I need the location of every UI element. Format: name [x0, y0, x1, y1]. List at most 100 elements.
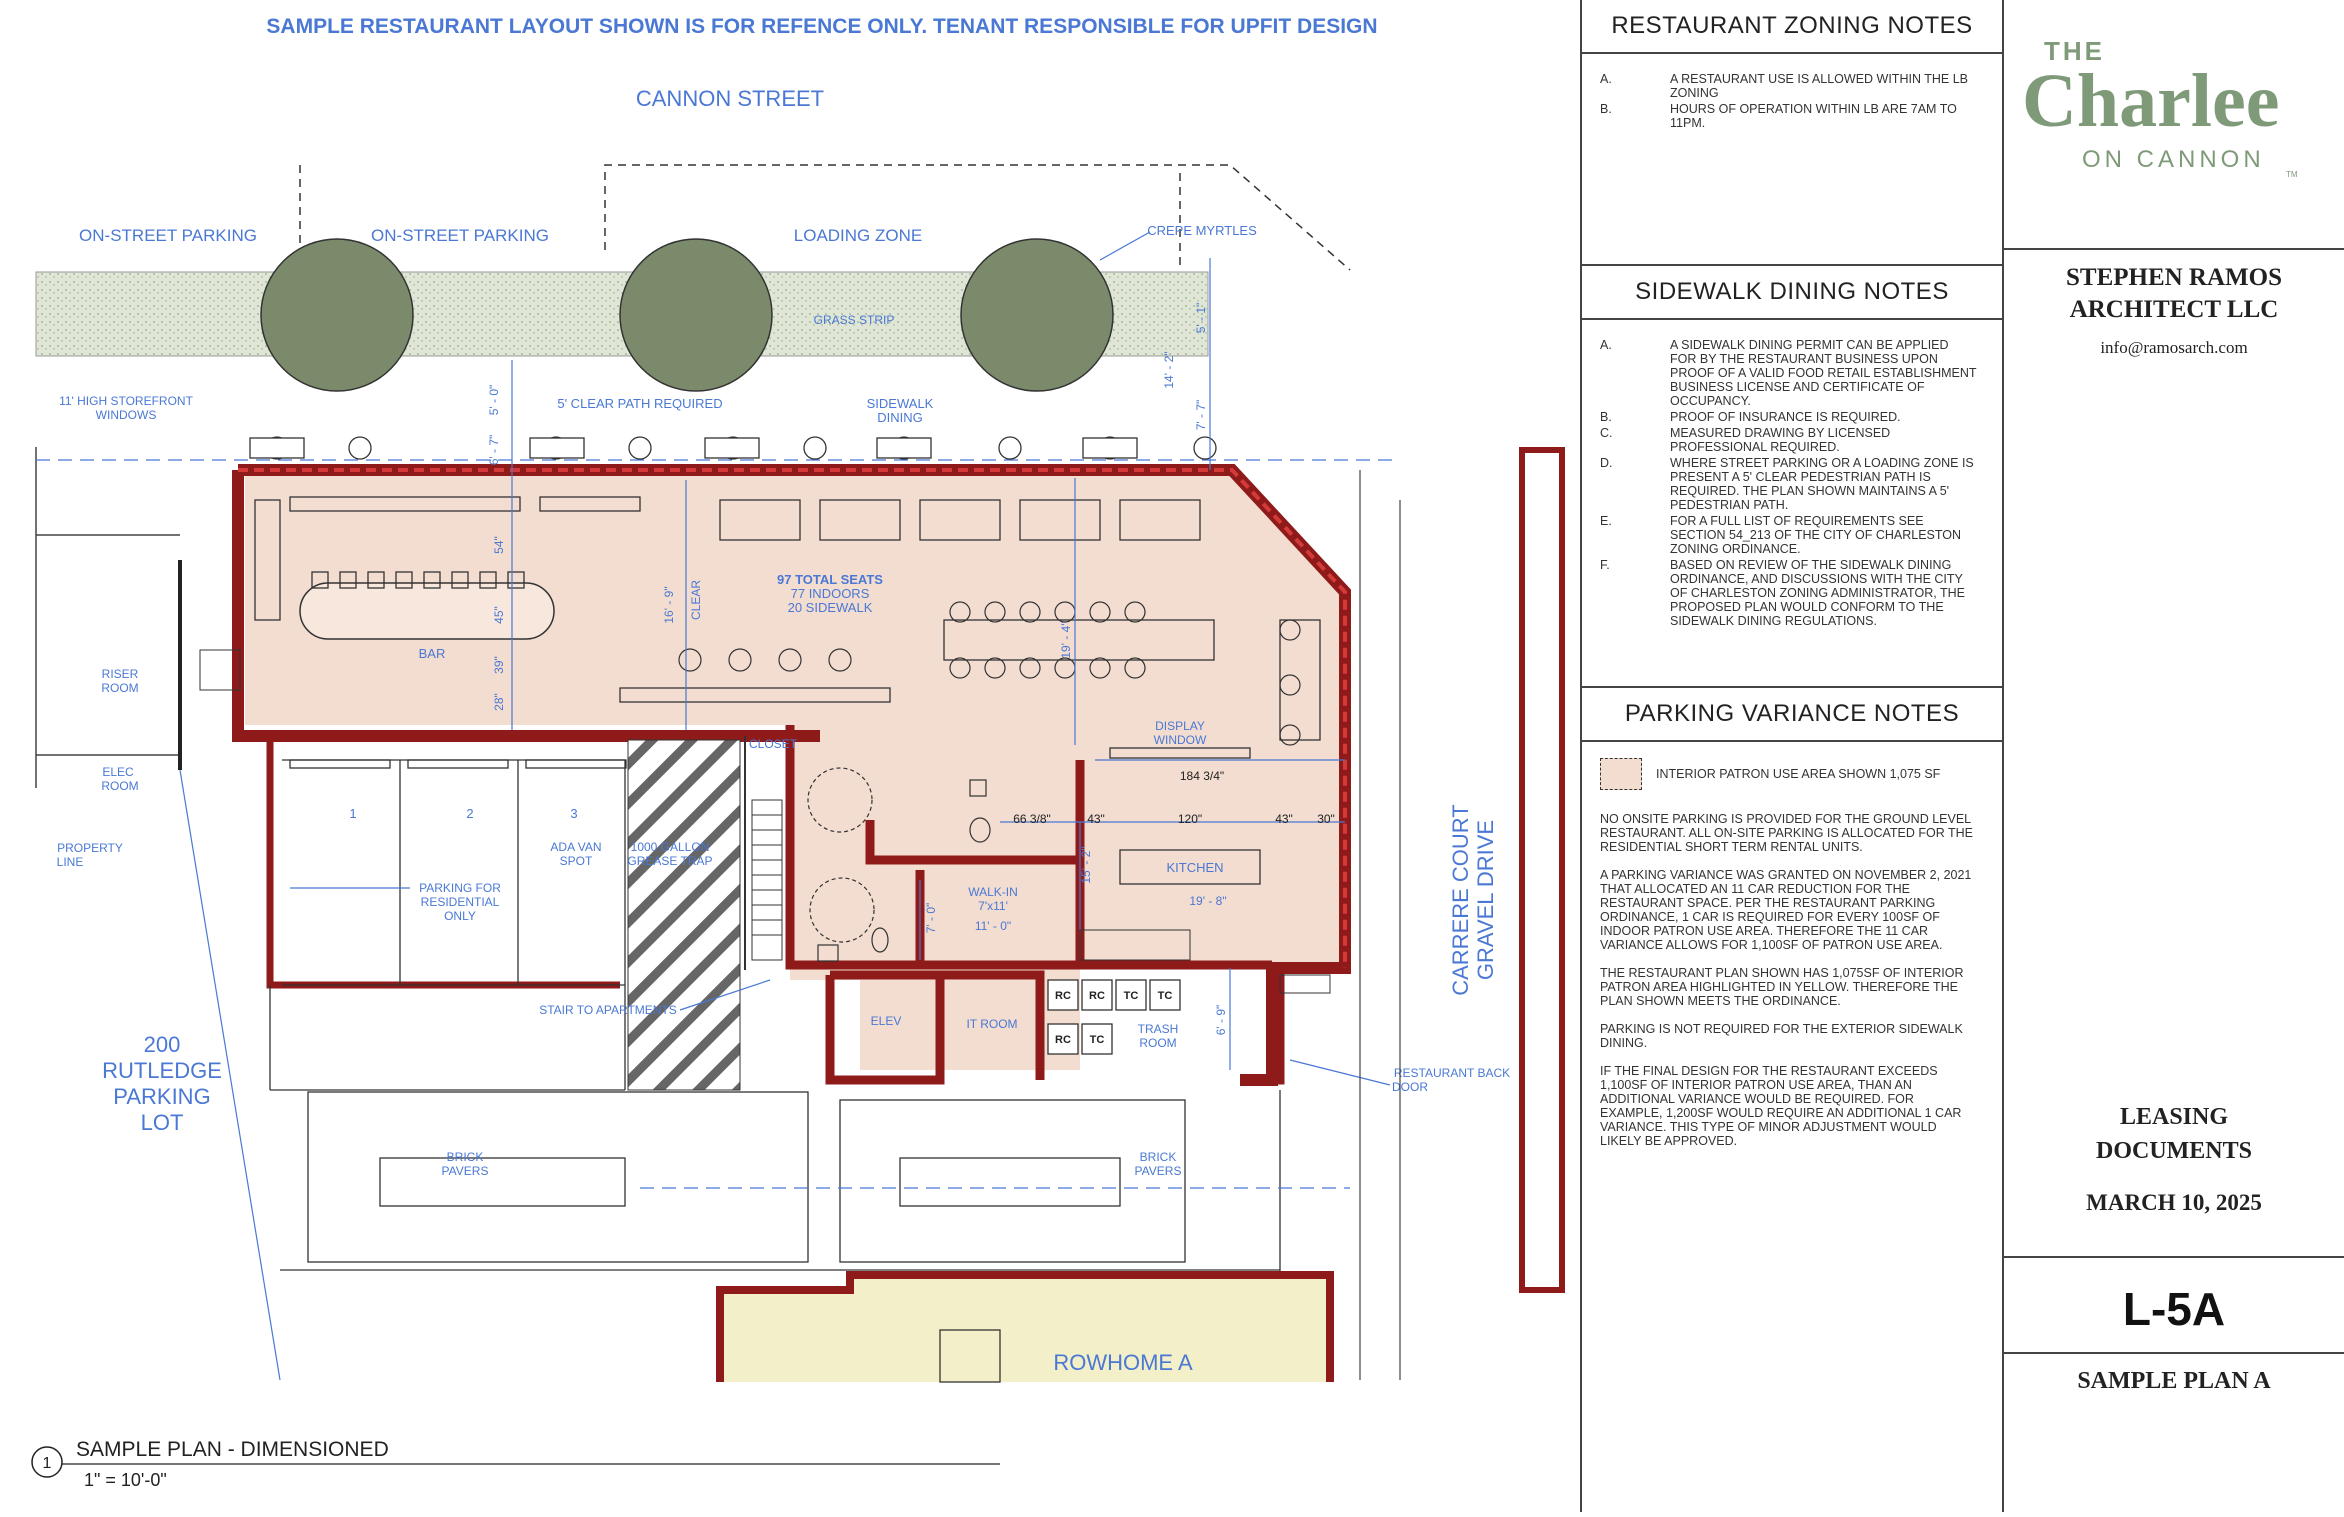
divider	[2004, 1256, 2344, 1258]
crepe-myrtles-label: CREPE MYRTLES	[1147, 223, 1257, 238]
list-item: D. WHERE STREET PARKING OR A LOADING ZONE…	[1600, 456, 1978, 512]
bar-label: BAR	[419, 646, 446, 661]
back-door-label: DOOR	[1392, 1080, 1428, 1094]
divider	[2004, 1352, 2344, 1354]
note-paragraph: THE RESTAURANT PLAN SHOWN HAS 1,075SF OF…	[1600, 966, 1964, 1008]
bin-label: TC	[1090, 1034, 1105, 1046]
sheet-name: SAMPLE PLAN A	[2077, 1368, 2271, 1394]
logo: THE Charlee ON CANNON TM	[2004, 30, 2344, 190]
dimension-label: 16' - 9"	[662, 586, 676, 623]
issue-date: MARCH 10, 2025	[2086, 1190, 2262, 1215]
rutledge-lot-label: PARKING	[113, 1084, 210, 1109]
drawing-scale: 1" = 10'-0"	[84, 1470, 167, 1490]
walk-in-label: 11' - 0"	[975, 919, 1011, 933]
firm-email: info@ramosarch.com	[2100, 338, 2248, 357]
dimension-label: 120"	[1178, 812, 1202, 826]
dimension-label: 7' - 7"	[1194, 400, 1208, 431]
walk-in-label: WALK-IN	[968, 885, 1018, 899]
dimension-label: 39"	[492, 656, 506, 674]
elec-room-label: ROOM	[101, 779, 138, 793]
list-item: B. PROOF OF INSURANCE IS REQUIRED.	[1600, 410, 1978, 424]
logo-trademark: TM	[2286, 170, 2298, 179]
leader-line	[1099, 231, 1151, 261]
rutledge-lot-label: LOT	[141, 1110, 184, 1135]
grease-trap-label: GREASE TRAP	[627, 854, 712, 868]
document-type: LEASING	[2119, 1104, 2229, 1130]
brick-pavers-label: BRICK	[1140, 1150, 1177, 1164]
bin-label: RC	[1055, 1034, 1071, 1046]
dimension-label: 19' - 8"	[1189, 894, 1226, 908]
zoning-notes-heading: RESTAURANT ZONING NOTES	[1582, 0, 2002, 54]
parking-space-number: 1	[349, 806, 356, 821]
list-item: E. FOR A FULL LIST OF REQUIREMENTS SEE SE…	[1600, 514, 1978, 556]
property-line-label: LINE	[57, 855, 84, 869]
tree-icon	[619, 238, 773, 392]
back-door-label: RESTAURANT BACK	[1394, 1066, 1510, 1080]
list-item: F. BASED ON REVIEW OF THE SIDEWALK DINING…	[1600, 558, 1978, 628]
dimension-label: 43"	[1275, 812, 1293, 826]
dimension-label: 19' - 4"	[1059, 621, 1073, 658]
logo-on-cannon: ON CANNON	[2082, 146, 2265, 173]
adjacent-building	[1519, 447, 1565, 1293]
drawing-number: 1	[43, 1455, 52, 1472]
brick-pavers-label: BRICK	[447, 1150, 484, 1164]
note-paragraph: NO ONSITE PARKING IS PROVIDED FOR THE GR…	[1600, 812, 1973, 854]
parking-space-number: 3	[570, 806, 577, 821]
note-text: HOURS OF OPERATION WITHIN LB ARE 7AM TO …	[1670, 102, 1957, 130]
dimension-label: 7' - 0"	[924, 903, 938, 934]
display-window-label: WINDOW	[1154, 733, 1207, 747]
elevator-label: ELEV	[871, 1014, 902, 1028]
carrere-court-label: CARRERE COURT	[1448, 804, 1473, 996]
on-street-parking-label: ON-STREET PARKING	[371, 226, 549, 245]
trash-room-label: TRASH	[1138, 1022, 1179, 1036]
sidewalk-dining-label: DINING	[877, 410, 923, 425]
drawing-title: SAMPLE PLAN - DIMENSIONED	[76, 1438, 389, 1461]
storefront-windows-label: 11' HIGH STOREFRONT	[59, 394, 194, 408]
brick-pavers-label: PAVERS	[442, 1164, 489, 1178]
note-text: A RESTAURANT USE IS ALLOWED WITHIN THE L…	[1670, 72, 1968, 100]
dimension-label: 54"	[492, 536, 506, 554]
stair-label: STAIR TO APARTMENTS	[539, 1003, 677, 1017]
ada-spot-label: ADA VAN	[550, 840, 601, 854]
note-letter: F.	[1600, 558, 1610, 572]
grass-strip-label: GRASS STRIP	[814, 313, 895, 327]
list-item: C. MEASURED DRAWING BY LICENSED PROFESSIO…	[1600, 426, 1978, 454]
street-label: CANNON STREET	[636, 86, 824, 111]
firm-name: STEPHEN RAMOS	[2065, 264, 2282, 291]
note-paragraph: A PARKING VARIANCE WAS GRANTED ON NOVEMB…	[1600, 868, 1972, 952]
rutledge-lot-label: 200	[144, 1032, 181, 1057]
dimension-label: 15' - 2"	[1079, 846, 1093, 883]
brick-pavers-label: PAVERS	[1135, 1164, 1182, 1178]
dimension-label: 45"	[492, 606, 506, 624]
note-letter: D.	[1600, 456, 1613, 470]
sidewalk-notes-heading: SIDEWALK DINING NOTES	[1582, 266, 2002, 320]
riser-room-label: ROOM	[101, 681, 138, 695]
note-letter: C.	[1600, 426, 1613, 440]
zoning-notes-list: A. A RESTAURANT USE IS ALLOWED WITHIN THE…	[1582, 54, 2002, 130]
parking-notes-heading: PARKING VARIANCE NOTES	[1582, 688, 2002, 742]
grease-trap-label: 1000 GALLON	[631, 840, 710, 854]
tree-icon	[260, 238, 414, 392]
kitchen-label: KITCHEN	[1166, 860, 1223, 875]
rowhome-building	[716, 1271, 1334, 1382]
note-text: MEASURED DRAWING BY LICENSED PROFESSIONA…	[1670, 426, 1891, 454]
note-paragraph: PARKING IS NOT REQUIRED FOR THE EXTERIOR…	[1600, 1022, 1963, 1050]
carrere-court-label: GRAVEL DRIVE	[1473, 820, 1498, 980]
list-item: A. A RESTAURANT USE IS ALLOWED WITHIN THE…	[1600, 72, 1978, 100]
seat-count-indoors: 77 INDOORS	[791, 586, 870, 601]
grease-trap	[627, 739, 741, 1091]
seat-count-total: 97 TOTAL SEATS	[777, 572, 883, 587]
dimension-label: 5' - 1"	[1194, 303, 1208, 334]
seat-count-sidewalk: 20 SIDEWALK	[788, 600, 873, 615]
notes-panel: RESTAURANT ZONING NOTES A. A RESTAURANT U…	[1580, 0, 2004, 1512]
stair	[751, 799, 783, 961]
dimension-label: 30"	[1317, 812, 1335, 826]
parking-notes: PARKING VARIANCE NOTES INTERIOR PATRON U…	[1582, 686, 2002, 1514]
dimension-label: 5' - 0"	[487, 385, 501, 416]
note-letter: A.	[1600, 72, 1612, 86]
bar-counter	[299, 582, 555, 640]
bin-label: TC	[1158, 990, 1173, 1002]
note-text: A SIDEWALK DINING PERMIT CAN BE APPLIED …	[1670, 338, 1977, 408]
walk-in-label: 7'x11'	[978, 899, 1008, 913]
note-paragraph: IF THE FINAL DESIGN FOR THE RESTAURANT E…	[1600, 1064, 1962, 1148]
